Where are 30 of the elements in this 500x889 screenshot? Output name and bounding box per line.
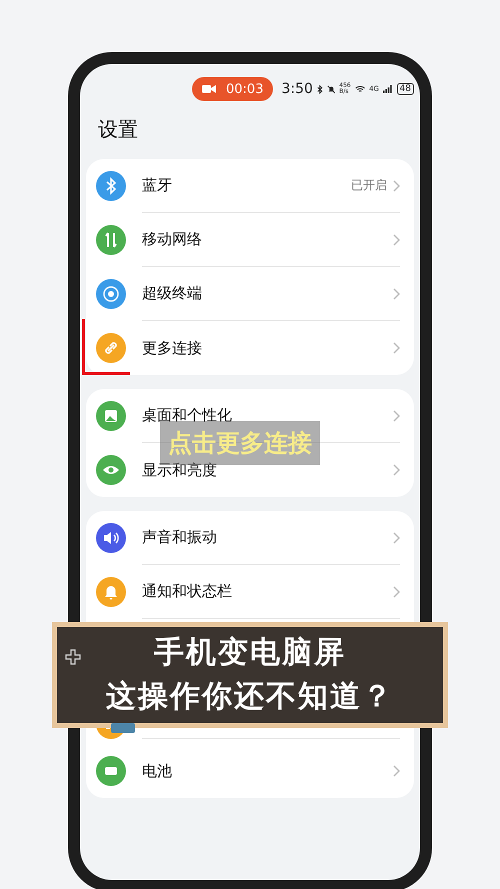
- wifi-icon: [354, 84, 366, 94]
- chevron-icon: [393, 410, 400, 422]
- banner-subline: 这操作你还不知道？: [106, 678, 394, 716]
- status-value: 已开启: [351, 177, 387, 194]
- setting-item[interactable]: 更多连接: [142, 338, 202, 358]
- banner-headline: 手机变电脑屏: [154, 634, 346, 672]
- chevron-icon: [393, 586, 400, 598]
- mute-bell-icon: [326, 84, 336, 94]
- chevron-icon: [393, 765, 400, 777]
- chevron-icon: [393, 288, 400, 300]
- bluetooth-icon: [316, 84, 322, 94]
- setting-item[interactable]: 蓝牙: [142, 176, 172, 195]
- chevron-icon: [393, 464, 400, 476]
- setting-item[interactable]: 通知和状态栏: [142, 582, 232, 601]
- recording-time: 00:03: [226, 82, 264, 96]
- setting-item[interactable]: 移动网络: [142, 230, 202, 249]
- plus-icon: [65, 649, 81, 665]
- chevron-icon: [393, 234, 400, 246]
- battery-level: 48: [396, 83, 414, 95]
- chevron-icon: [393, 180, 400, 192]
- setting-item[interactable]: 电池: [142, 762, 172, 780]
- signal-icon: [382, 84, 393, 94]
- page-title: 设置: [97, 116, 139, 143]
- camera-icon: [202, 84, 216, 94]
- eraser-drawing: [111, 723, 135, 733]
- setting-item[interactable]: 超级终端: [142, 284, 202, 303]
- chevron-icon: [393, 342, 400, 354]
- chevron-icon: [393, 532, 400, 544]
- clock: 3:50: [281, 81, 313, 97]
- setting-item[interactable]: 声音和振动: [142, 528, 217, 547]
